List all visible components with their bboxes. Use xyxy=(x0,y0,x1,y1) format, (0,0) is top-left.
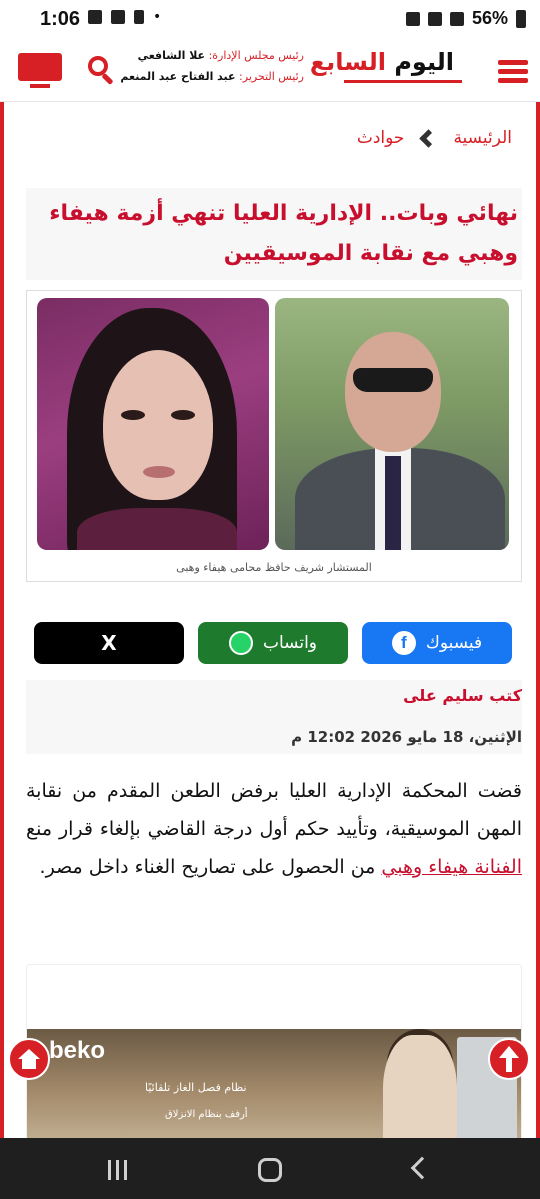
facebook-share-button[interactable]: f فيسبوك xyxy=(362,622,512,664)
article-body-text-1: قضت المحكمة الإدارية العليا برفض الطعن ا… xyxy=(26,780,522,840)
advertisement[interactable]: beko نظام فصل الغاز تلقائيًا أرفف بنظام … xyxy=(26,964,522,1138)
article-body-text-2: من الحصول على تصاريح الغناء داخل مصر. xyxy=(39,856,382,878)
photo-man[interactable] xyxy=(275,298,509,550)
x-share-button[interactable]: X xyxy=(34,622,184,664)
tiktok-icon xyxy=(88,10,102,24)
arrow-up-icon xyxy=(499,1046,519,1072)
article-body-link[interactable]: الفنانة هيفاء وهبي xyxy=(381,856,522,878)
editor-name: عبد الفتاح عبد المنعم xyxy=(120,70,236,83)
signal-icon xyxy=(449,11,464,26)
battery-icon xyxy=(516,9,526,28)
article-author[interactable]: كتب سليم على xyxy=(403,686,522,705)
facebook-label: فيسبوك xyxy=(425,633,483,653)
recents-icon[interactable] xyxy=(108,1160,132,1180)
scroll-top-button[interactable] xyxy=(488,1038,530,1080)
article-meta: كتب سليم على الإثنين، 18 مايو 2026 12:02… xyxy=(26,680,522,754)
site-header: اليوم السابع رئيس مجلس الإدارة: علا الشا… xyxy=(0,40,540,102)
menu-icon[interactable] xyxy=(498,60,528,84)
status-system-icons: 56% xyxy=(405,8,526,29)
x-icon: X xyxy=(101,631,117,655)
article-date: الإثنين، 18 مايو 2026 12:02 م xyxy=(291,728,522,746)
ad-person xyxy=(383,1035,457,1138)
whatsapp-icon xyxy=(228,631,253,655)
breadcrumb-home[interactable]: الرئيسية xyxy=(453,128,512,148)
system-navigation-bar xyxy=(0,1138,540,1199)
ad-tagline-2: أرفف بنظام الانزلاق xyxy=(165,1109,248,1120)
article-body: قضت المحكمة الإدارية العليا برفض الطعن ا… xyxy=(26,772,522,886)
back-icon[interactable] xyxy=(410,1156,434,1180)
whatsapp-share-button[interactable]: واتساب xyxy=(198,622,348,664)
editor-role: رئيس التحرير: xyxy=(239,70,304,83)
site-logo[interactable]: اليوم السابع xyxy=(310,48,454,76)
ad-image[interactable]: beko نظام فصل الغاز تلقائيًا أرفف بنظام … xyxy=(27,1029,521,1138)
facebook-icon: f xyxy=(391,631,416,655)
live-tv-icon[interactable] xyxy=(18,53,62,91)
ad-tagline-1: نظام فصل الغاز تلقائيًا xyxy=(145,1081,247,1094)
home-floating-button[interactable] xyxy=(8,1038,50,1080)
wifi-icon xyxy=(427,11,442,26)
article-title: نهائي وبات.. الإدارية العليا تنهي أزمة ه… xyxy=(49,201,518,266)
image-caption: المستشار شريف حافظ محامى هيفاء وهبى xyxy=(176,561,372,574)
whatsapp-label: واتساب xyxy=(262,633,317,653)
ad-brand-logo: beko xyxy=(49,1037,106,1064)
status-bar: 1:06 • 56% xyxy=(0,0,540,40)
home-icon xyxy=(18,1049,40,1069)
gallery-icon xyxy=(111,10,125,24)
breadcrumb-section[interactable]: حوادث xyxy=(357,128,405,148)
share-buttons: f فيسبوك واتساب X xyxy=(34,622,512,664)
chairman-name: علا الشافعي xyxy=(137,49,206,62)
mute-icon xyxy=(405,11,420,26)
dot-icon: • xyxy=(153,9,162,25)
editors-info: رئيس مجلس الإدارة: علا الشافعي رئيس التح… xyxy=(120,45,304,87)
photo-woman[interactable] xyxy=(37,298,269,550)
home-nav-icon[interactable] xyxy=(258,1158,282,1182)
article-title-box: نهائي وبات.. الإدارية العليا تنهي أزمة ه… xyxy=(26,188,522,280)
breadcrumb: الرئيسية حوادث xyxy=(357,128,512,148)
chevron-icon xyxy=(419,128,439,148)
article-page: الرئيسية حوادث نهائي وبات.. الإدارية الع… xyxy=(0,102,540,1138)
search-icon[interactable] xyxy=(86,54,116,86)
article-figure: المستشار شريف حافظ محامى هيفاء وهبى xyxy=(26,290,522,582)
status-time: 1:06 xyxy=(40,8,81,30)
battery-level: 56% xyxy=(471,8,508,28)
status-notification-icons: • xyxy=(88,9,161,25)
logo-underline xyxy=(344,80,462,83)
phone-icon xyxy=(134,10,144,24)
chairman-role: رئيس مجلس الإدارة: xyxy=(208,49,304,62)
